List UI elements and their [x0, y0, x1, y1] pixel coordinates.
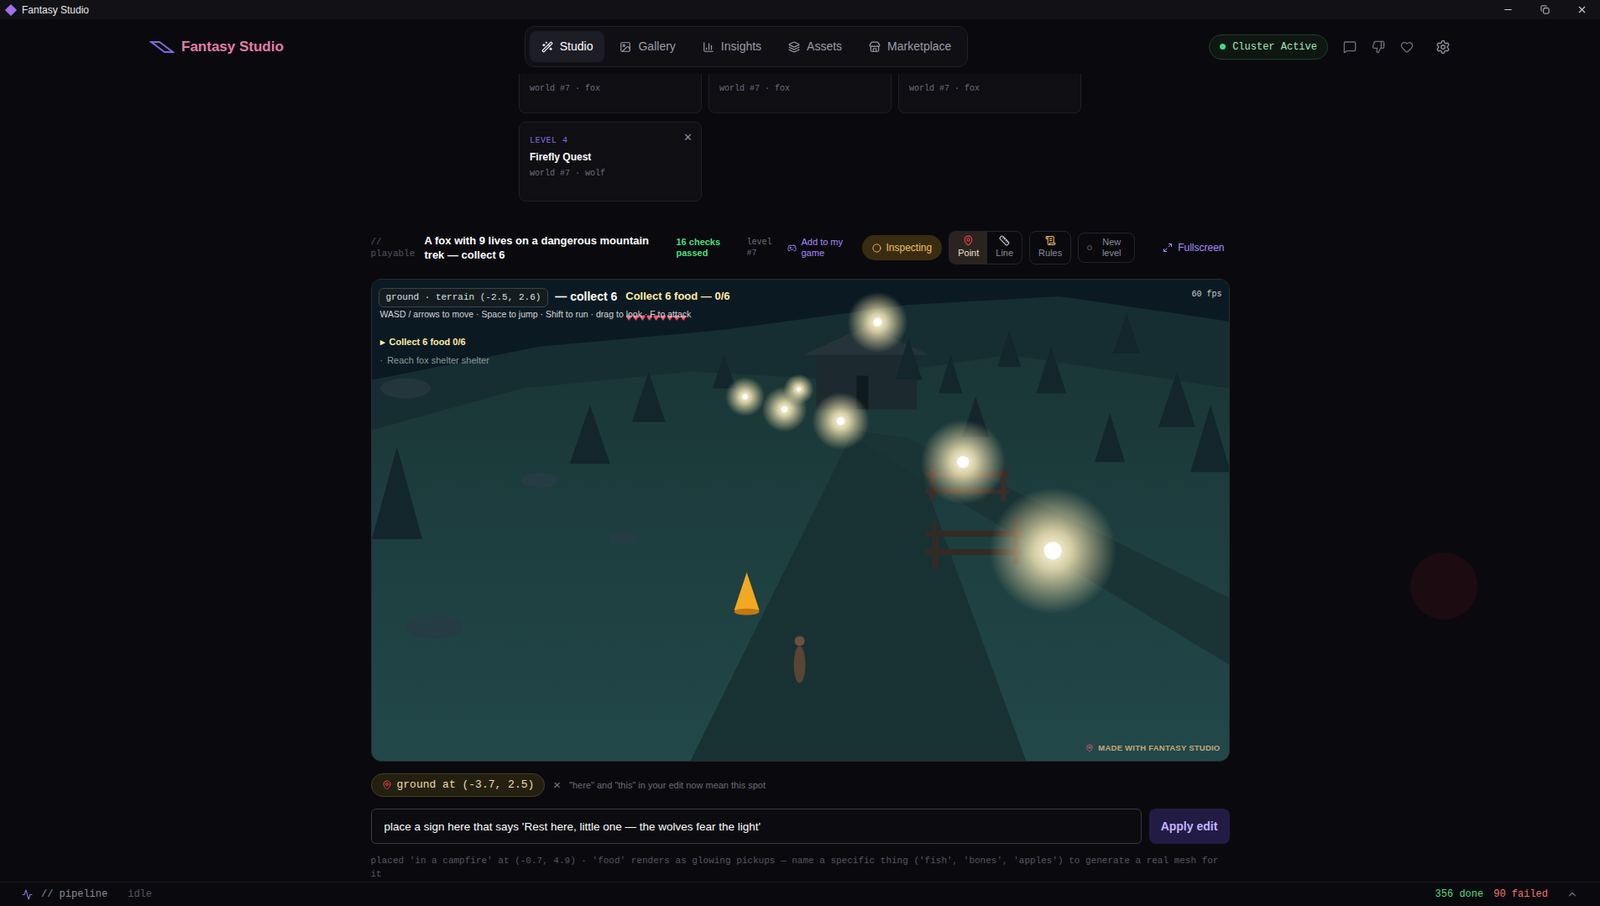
tool-icon — [998, 235, 1010, 246]
nav-tabs: StudioGalleryInsightsAssetsMarketplace — [524, 26, 969, 68]
status-dot — [1219, 43, 1226, 50]
target-hint: "here" and "this" in your edit now mean … — [569, 778, 766, 793]
expand-icon — [1162, 242, 1173, 253]
quest-list: ▸Collect 6 food 0/6 ·Reach fox shelter sh… — [380, 334, 490, 367]
fullscreen-button[interactable]: Fullscreen — [1162, 240, 1229, 256]
quest-item: ·Reach fox shelter shelter — [380, 353, 490, 368]
level-card[interactable]: world #7 · fox — [518, 73, 702, 114]
quest-item: ▸Collect 6 food 0/6 — [380, 334, 490, 350]
close-window-button[interactable] — [1563, 0, 1600, 20]
tool-button[interactable]: Point — [949, 231, 988, 264]
fps-counter: 60 fps — [1191, 287, 1222, 301]
game-viewport[interactable]: ground · terrain (-2.5, 2.6)— collect 6 C… — [371, 278, 1230, 762]
app: Fantasy Studio Fantasy Studio StudioGaller… — [0, 0, 1600, 906]
level-title: A fox with 9 lives on a dangerous mounta… — [424, 233, 669, 262]
target-chip: ground at (-3.7, 2.5) — [371, 773, 546, 797]
playable-header: //playableA fox with 9 lives on a danger… — [371, 226, 1230, 269]
apply-edit-button[interactable]: Apply edit — [1149, 808, 1230, 844]
add-to-game-button[interactable]: Add to my game — [787, 236, 849, 259]
watermark-icon — [1085, 743, 1094, 753]
main: world #7 · foxworld #7 · foxworld #7 · f… — [0, 73, 1600, 882]
nav-tab-icon — [788, 41, 800, 53]
inspect-icon — [872, 243, 882, 253]
watermark: MADE WITH FANTASY STUDIO — [1085, 742, 1220, 754]
tool-icon — [962, 235, 974, 246]
restore-button[interactable] — [1526, 0, 1564, 20]
restore-icon — [1540, 5, 1550, 15]
objective: Collect 6 food — 0/6 — [625, 287, 730, 305]
nav-tab[interactable]: Assets — [776, 31, 854, 63]
nav-tab-icon — [868, 41, 881, 53]
logo-icon — [149, 38, 175, 56]
inspecting-badge[interactable]: Inspecting — [862, 235, 943, 261]
nav-tab-icon — [541, 41, 554, 53]
activity-icon — [21, 888, 33, 900]
top-nav: Fantasy Studio StudioGalleryInsightsAsset… — [0, 19, 1600, 74]
logo[interactable]: Fantasy Studio — [149, 36, 284, 58]
nav-tab-icon — [619, 41, 632, 53]
status-bar: // pipelineidle356 done90 failed — [0, 881, 1600, 906]
level-card[interactable]: LEVEL 4Firefly Questworld #7 · wolf✕ — [518, 121, 702, 202]
nav-tab[interactable]: Studio — [529, 31, 606, 63]
rules-icon — [1045, 235, 1057, 246]
title-bar: Fantasy Studio — [0, 0, 1600, 20]
gear-icon[interactable] — [1435, 39, 1451, 55]
level-card[interactable]: world #7 · fox — [898, 73, 1082, 114]
app-icon — [5, 3, 17, 16]
pin-icon — [381, 779, 393, 790]
level-card[interactable]: world #7 · fox — [708, 73, 892, 114]
gamepad-icon — [787, 243, 797, 253]
new-level-dot — [1087, 245, 1093, 251]
checks-badge: 16 checks passed — [676, 236, 736, 259]
nav-tab[interactable]: Gallery — [607, 31, 687, 63]
remove-level-button[interactable]: ✕ — [683, 129, 693, 147]
chat-icon[interactable] — [1343, 40, 1357, 54]
title-tail: — collect 6 — [554, 287, 617, 306]
tool-button[interactable]: Rules — [1029, 230, 1072, 265]
close-icon — [1576, 4, 1588, 16]
heart-icon[interactable] — [1400, 40, 1414, 54]
tool-button[interactable]: Line — [987, 231, 1022, 264]
hover-chip: ground · terrain (-2.5, 2.6) — [378, 287, 550, 308]
thumbs-down-icon[interactable] — [1371, 40, 1386, 54]
deco-circle — [1410, 552, 1478, 620]
cluster-status: Cluster Active — [1208, 34, 1329, 60]
controls-help: WASD / arrows to move · Space to jump · … — [380, 308, 692, 322]
edit-log: placed 'in a campfire' at (-0.7, 4.9) · … — [371, 853, 1230, 881]
window-title: Fantasy Studio — [21, 2, 89, 18]
minimize-button[interactable] — [1489, 0, 1527, 20]
nav-tab-icon — [702, 41, 715, 53]
nav-tab[interactable]: Marketplace — [857, 31, 963, 63]
chevron-up-icon[interactable] — [1566, 888, 1579, 900]
clear-target-button[interactable]: × — [553, 775, 561, 795]
game-scene[interactable] — [371, 279, 1229, 761]
edit-input[interactable] — [371, 808, 1142, 844]
new-level-button[interactable]: New level — [1077, 232, 1135, 263]
done-count: 356 done — [1435, 886, 1485, 902]
failed-count: 90 failed — [1493, 886, 1548, 902]
nav-tab[interactable]: Insights — [690, 31, 774, 63]
minimize-icon — [1502, 4, 1514, 16]
